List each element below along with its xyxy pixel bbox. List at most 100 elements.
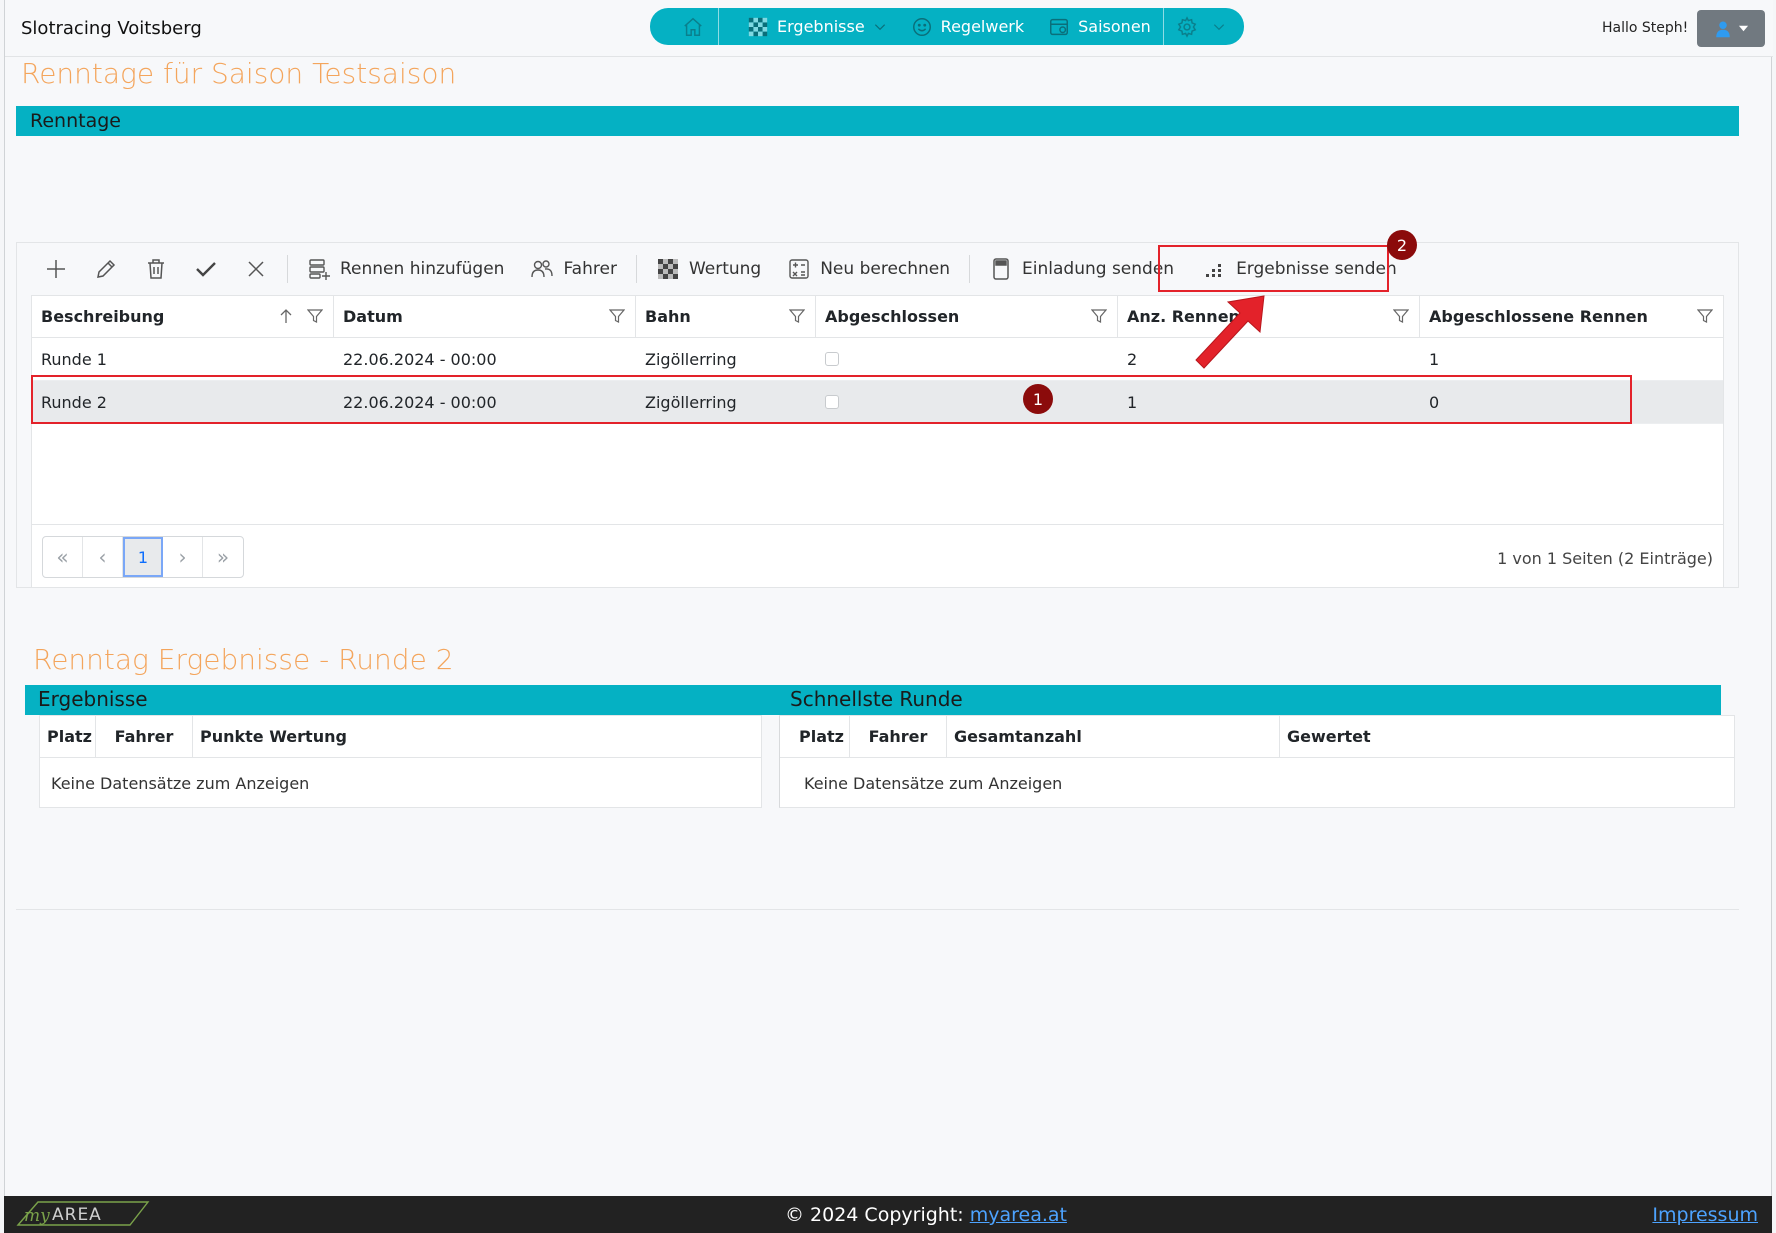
- impressum-link[interactable]: Impressum: [1652, 1204, 1758, 1226]
- app-frame: Slotracing Voitsberg Ergebnisse Regelwer…: [4, 0, 1773, 1233]
- results-panel: Renntag Ergebnisse - Runde 2 Ergebnisse …: [16, 640, 1739, 910]
- cell-bahn: Zigöllerring: [645, 349, 737, 369]
- column-label: Bahn: [645, 307, 691, 326]
- copyright-text: © 2024 Copyright:: [785, 1204, 970, 1226]
- column-header-platz[interactable]: Platz: [40, 716, 96, 757]
- column-label: Abgeschlossene Rennen: [1429, 307, 1648, 326]
- column-header-abgeschlossen[interactable]: Abgeschlossen: [816, 296, 1118, 337]
- schnellste-header-row: Platz Fahrer Gesamtanzahl Gewertet: [780, 716, 1734, 758]
- ergebnisse-header-row: Platz Fahrer Punkte Wertung: [40, 716, 761, 758]
- brand-title[interactable]: Slotracing Voitsberg: [21, 18, 202, 39]
- column-label: Abgeschlossen: [825, 307, 960, 326]
- ergebnisse-table: Platz Fahrer Punkte Wertung Keine Datens…: [39, 715, 762, 808]
- column-header-beschreibung[interactable]: Beschreibung: [32, 296, 334, 337]
- filter-icon[interactable]: [1697, 308, 1713, 324]
- results-title: Renntag Ergebnisse - Runde 2: [33, 643, 454, 676]
- edit-button[interactable]: [81, 249, 131, 289]
- schnellste-runde-table: Platz Fahrer Gesamtanzahl Gewertet Keine…: [779, 715, 1735, 808]
- pencil-icon: [97, 259, 116, 278]
- smiley-icon: [912, 17, 931, 36]
- section-header-renntage: Renntage: [16, 106, 1739, 136]
- user-menu-button[interactable]: [1697, 10, 1765, 47]
- neu-berechnen-label: Neu berechnen: [820, 259, 951, 279]
- column-header-fahrer[interactable]: Fahrer: [96, 716, 193, 757]
- first-page-button[interactable]: «: [43, 537, 83, 577]
- column-header-punkte-wertung[interactable]: Punkte Wertung: [193, 716, 761, 757]
- column-header-bahn[interactable]: Bahn: [636, 296, 816, 337]
- plus-icon: [47, 260, 65, 278]
- fahrer-button[interactable]: Fahrer: [517, 249, 629, 289]
- last-page-button[interactable]: »: [203, 537, 243, 577]
- svg-text:my: my: [24, 1206, 50, 1226]
- neu-berechnen-button[interactable]: Neu berechnen: [774, 249, 963, 289]
- toolbar-separator: [635, 255, 637, 283]
- nav-saisonen[interactable]: Saisonen: [1036, 8, 1163, 45]
- filter-icon[interactable]: [1091, 308, 1107, 324]
- section-header-ergebnisse: Ergebnisse: [25, 685, 777, 715]
- users-icon: [531, 260, 554, 278]
- empty-message: Keine Datensätze zum Anzeigen: [51, 774, 310, 793]
- step-badge-2: 2: [1387, 230, 1417, 260]
- save-button[interactable]: [181, 249, 231, 289]
- nav-settings[interactable]: [1164, 8, 1238, 45]
- fahrer-label: Fahrer: [563, 259, 617, 279]
- empty-message: Keine Datensätze zum Anzeigen: [804, 774, 1063, 793]
- close-icon: [248, 261, 264, 277]
- grid-header-row: Beschreibung Datum Bahn Abgeschlossen An…: [32, 296, 1723, 338]
- page-1-button[interactable]: 1: [123, 537, 163, 577]
- prev-page-button[interactable]: ‹: [83, 537, 123, 577]
- nav-regelwerk-label: Regelwerk: [940, 17, 1025, 36]
- toolbar-separator: [287, 255, 288, 283]
- home-icon: [684, 17, 702, 36]
- cell-datum: 22.06.2024 - 00:00: [343, 349, 497, 369]
- add-button[interactable]: [31, 249, 81, 289]
- cell-beschreibung: Runde 1: [41, 349, 107, 369]
- filter-icon[interactable]: [609, 308, 625, 324]
- chevron-down-icon: [1213, 23, 1224, 30]
- rennen-hinzufuegen-label: Rennen hinzufügen: [340, 259, 505, 279]
- footer: my AREA © 2024 Copyright: myarea.at Impr…: [4, 1196, 1772, 1233]
- einladung-senden-button[interactable]: Einladung senden: [976, 249, 1187, 289]
- calculator-icon: [789, 259, 809, 279]
- caret-down-icon: [1738, 25, 1748, 32]
- abgeschlossen-checkbox[interactable]: [825, 352, 839, 366]
- nav-regelwerk[interactable]: Regelwerk: [899, 8, 1036, 45]
- column-header-gesamtanzahl[interactable]: Gesamtanzahl: [947, 716, 1280, 757]
- column-header-platz[interactable]: Platz: [792, 716, 850, 757]
- myarea-logo[interactable]: my AREA: [10, 1199, 150, 1229]
- wertung-button[interactable]: Wertung: [643, 249, 774, 289]
- add-race-icon: [309, 259, 330, 280]
- nav-home[interactable]: [670, 8, 718, 45]
- delete-button[interactable]: [131, 249, 181, 289]
- column-header-fahrer[interactable]: Fahrer: [850, 716, 947, 757]
- column-header-gewertet[interactable]: Gewertet: [1280, 716, 1720, 757]
- einladung-senden-label: Einladung senden: [1022, 259, 1175, 279]
- checkered-flag-icon: [748, 17, 768, 36]
- next-page-button[interactable]: ›: [163, 537, 203, 577]
- column-label: Datum: [343, 307, 403, 326]
- top-navbar: Slotracing Voitsberg Ergebnisse Regelwer…: [5, 0, 1773, 57]
- pagination: « ‹ 1 › »: [42, 536, 244, 578]
- chevron-down-icon: [874, 23, 885, 30]
- wertung-label: Wertung: [688, 259, 762, 279]
- filter-icon[interactable]: [789, 308, 805, 324]
- calendar-icon: [1050, 18, 1069, 35]
- filter-icon[interactable]: [1393, 308, 1409, 324]
- sort-ascending-icon[interactable]: [279, 308, 293, 324]
- rennen-hinzufuegen-button[interactable]: Rennen hinzufügen: [294, 249, 517, 289]
- highlight-box-ergebnisse-senden: [1158, 245, 1389, 292]
- column-header-abgeschlossene-rennen[interactable]: Abgeschlossene Rennen: [1420, 296, 1723, 337]
- step-badge-1: 1: [1023, 384, 1053, 414]
- nav-ergebnisse[interactable]: Ergebnisse: [719, 8, 899, 45]
- column-header-datum[interactable]: Datum: [334, 296, 636, 337]
- highlight-box-row-runde-2: [31, 375, 1632, 424]
- page-title: Renntage für Saison Testsaison: [21, 57, 457, 90]
- nav-saisonen-label: Saisonen: [1078, 17, 1151, 36]
- nav-ergebnisse-label: Ergebnisse: [777, 17, 865, 36]
- cancel-button[interactable]: [231, 249, 281, 289]
- main-nav: Ergebnisse Regelwerk Saisonen: [650, 8, 1244, 45]
- grid-pager: « ‹ 1 › » 1 von 1 Seiten (2 Einträge): [31, 525, 1724, 588]
- cell-abgeschlossen: [816, 338, 1118, 380]
- filter-icon[interactable]: [307, 308, 323, 324]
- copyright-link[interactable]: myarea.at: [970, 1204, 1067, 1226]
